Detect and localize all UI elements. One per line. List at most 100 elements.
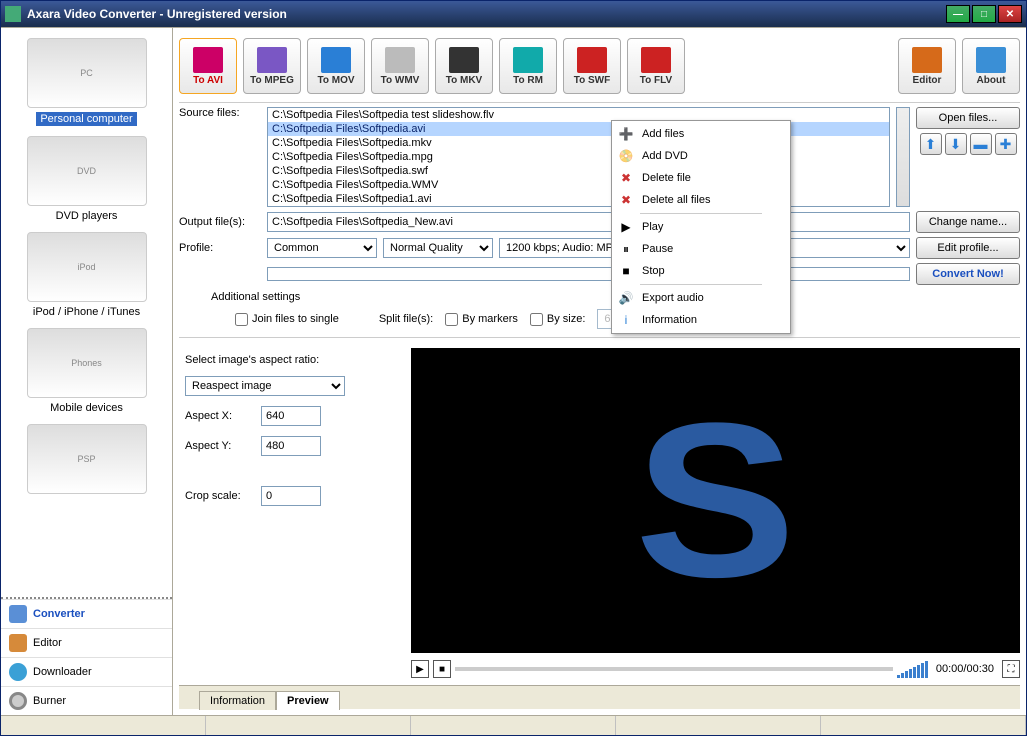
aspect-x-input[interactable] (261, 406, 321, 426)
menu-play[interactable]: ▶Play (614, 216, 788, 238)
app-window: Axara Video Converter - Unregistered ver… (0, 0, 1027, 736)
menu-icon: ▶ (618, 219, 634, 235)
convert-button[interactable]: Convert Now! (916, 263, 1020, 285)
source-file-list[interactable]: C:\Softpedia Files\Softpedia test slides… (267, 107, 890, 207)
crop-scale-input[interactable] (261, 486, 321, 506)
device-label: Personal computer (36, 112, 136, 126)
format-icon (577, 47, 607, 73)
stop-button[interactable]: ■ (433, 660, 451, 678)
select-aspect-label: Select image's aspect ratio: (185, 354, 393, 366)
editor-button[interactable]: Editor (898, 38, 956, 94)
mode-downloader[interactable]: Downloader (1, 657, 172, 686)
format-to-swf[interactable]: To SWF (563, 38, 621, 94)
source-file-item[interactable]: C:\Softpedia Files\Softpedia.mkv (268, 136, 889, 150)
source-file-item[interactable]: C:\Softpedia Files\Softpedia test slides… (268, 108, 889, 122)
fullscreen-button[interactable]: ⛶ (1002, 660, 1020, 678)
menu-icon: 🔊 (618, 290, 634, 306)
menu-add-dvd[interactable]: 📀Add DVD (614, 145, 788, 167)
move-down-button[interactable]: ⬇ (945, 133, 967, 155)
menu-export-audio[interactable]: 🔊Export audio (614, 287, 788, 309)
profile-quality-select[interactable]: Normal Quality (383, 238, 493, 258)
format-icon (257, 47, 287, 73)
aspect-mode-select[interactable]: Reaspect image (185, 376, 345, 396)
menu-label: Add files (642, 128, 684, 140)
source-file-item[interactable]: C:\Softpedia Files\Softpedia.mpg (268, 150, 889, 164)
format-to-mpeg[interactable]: To MPEG (243, 38, 301, 94)
main-panel: To AVITo MPEGTo MOV To WMV To MKV To RMTo S… (173, 28, 1026, 715)
mode-label: Downloader (33, 666, 92, 678)
aspect-y-input[interactable] (261, 436, 321, 456)
by-size-checkbox[interactable]: By size: (530, 313, 586, 326)
menu-add-files[interactable]: ➕Add files (614, 123, 788, 145)
device-list: PC Personal computer DVDDVD players iPodiPo… (1, 28, 172, 597)
format-icon (193, 47, 223, 73)
device-label: iPod / iPhone / iTunes (33, 306, 140, 318)
burner-icon (9, 692, 27, 710)
seek-bar[interactable] (455, 667, 893, 671)
mode-editor[interactable]: Editor (1, 628, 172, 657)
profile-preset-select[interactable]: Common (267, 238, 377, 258)
output-file-input[interactable] (267, 212, 910, 232)
video-placeholder-logo: S (635, 374, 796, 627)
profile-label: Profile: (179, 242, 261, 254)
menu-pause[interactable]: ⏸Pause (614, 238, 788, 260)
aspect-x-label: Aspect X: (185, 410, 253, 422)
format-to-flv[interactable]: To FLV (627, 38, 685, 94)
scrollbar[interactable] (896, 107, 910, 207)
device-item[interactable]: Phones Mobile devices (1, 328, 172, 414)
time-display: 00:00/00:30 (932, 663, 998, 675)
format-to-rm[interactable]: To RM (499, 38, 557, 94)
device-item[interactable]: PSP (1, 424, 172, 494)
open-files-button[interactable]: Open files... (916, 107, 1020, 129)
tab-information[interactable]: Information (199, 691, 276, 710)
menu-icon: ✖ (618, 192, 634, 208)
by-markers-checkbox[interactable]: By markers (445, 313, 518, 326)
edit-profile-button[interactable]: Edit profile... (916, 237, 1020, 259)
about-icon (976, 47, 1006, 73)
menu-delete-file[interactable]: ✖Delete file (614, 167, 788, 189)
editor-icon (9, 634, 27, 652)
close-button[interactable] (998, 5, 1022, 23)
format-to-mov[interactable]: To MOV (307, 38, 365, 94)
tab-preview[interactable]: Preview (276, 691, 340, 710)
source-file-item[interactable]: C:\Softpedia Files\Softpedia.avi (268, 122, 889, 136)
format-label: To WMV (381, 75, 420, 86)
menu-stop[interactable]: ■Stop (614, 260, 788, 282)
source-file-item[interactable]: C:\Softpedia Files\Softpedia1.avi (268, 192, 889, 206)
menu-information[interactable]: iInformation (614, 309, 788, 331)
device-image: Phones (27, 328, 147, 398)
mode-converter[interactable]: Converter (1, 599, 172, 628)
move-up-button[interactable]: ⬆ (920, 133, 942, 155)
device-image: PSP (27, 424, 147, 494)
format-icon (513, 47, 543, 73)
mode-nav: Converter Editor Downloader Burner (1, 597, 172, 715)
menu-delete-all-files[interactable]: ✖Delete all files (614, 189, 788, 211)
device-image: PC (27, 38, 147, 108)
app-icon (5, 6, 21, 22)
source-file-item[interactable]: C:\Softpedia Files\Softpedia.swf (268, 164, 889, 178)
format-label: To MKV (446, 75, 482, 86)
format-to-mkv[interactable]: To MKV (435, 38, 493, 94)
device-item[interactable]: DVDDVD players (1, 136, 172, 222)
remove-file-button[interactable]: ▬ (970, 133, 992, 155)
play-button[interactable]: ▶ (411, 660, 429, 678)
change-name-button[interactable]: Change name... (916, 211, 1020, 233)
volume-indicator[interactable] (897, 661, 928, 678)
format-to-wmv[interactable]: To WMV (371, 38, 429, 94)
device-item[interactable]: PC Personal computer (1, 38, 172, 126)
mode-label: Editor (33, 637, 62, 649)
minimize-button[interactable] (946, 5, 970, 23)
device-item[interactable]: iPodiPod / iPhone / iTunes (1, 232, 172, 318)
device-label: Mobile devices (50, 402, 123, 414)
format-to-avi[interactable]: To AVI (179, 38, 237, 94)
format-icon (385, 47, 415, 73)
source-file-item[interactable]: C:\Softpedia Files\Softpedia.WMV (268, 178, 889, 192)
menu-icon: ✖ (618, 170, 634, 186)
converter-icon (9, 605, 27, 623)
about-button[interactable]: About (962, 38, 1020, 94)
join-files-checkbox[interactable]: Join files to single (235, 313, 339, 326)
mode-burner[interactable]: Burner (1, 686, 172, 715)
format-icon (641, 47, 671, 73)
add-file-button[interactable]: ✚ (995, 133, 1017, 155)
maximize-button[interactable] (972, 5, 996, 23)
